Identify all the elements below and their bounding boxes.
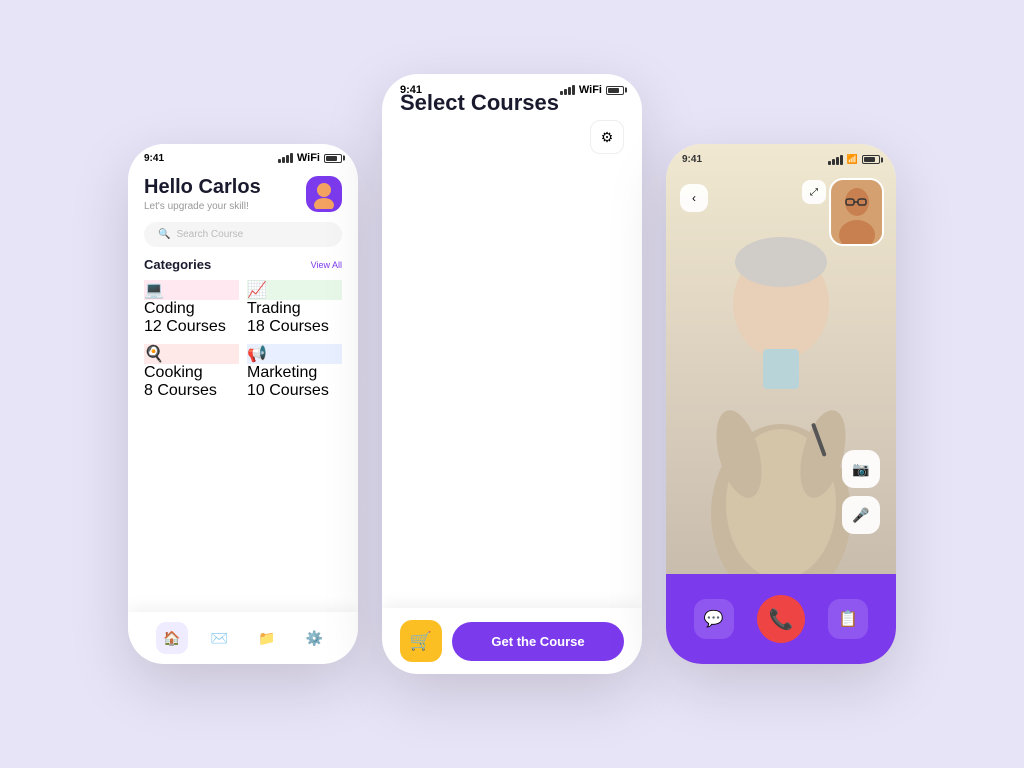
chat-button[interactable]: 💬 <box>694 599 734 639</box>
search-bar[interactable]: 🔍 Search Course <box>144 222 342 247</box>
battery-icon-2 <box>606 86 624 95</box>
marketing-count: 10 Courses <box>247 382 342 400</box>
wifi-icon-1: WiFi <box>297 152 320 164</box>
video-bottom-bar: 💬 📞 📋 <box>666 574 896 664</box>
category-coding[interactable]: 💻 Coding 12 Courses <box>144 280 239 336</box>
signal-icon-2 <box>560 85 575 95</box>
page-title: Select Courses <box>382 82 642 674</box>
expand-button[interactable]: ⤢ <box>802 180 826 204</box>
wifi-icon-2: WiFi <box>579 84 602 96</box>
end-call-button[interactable]: 📞 <box>757 595 805 643</box>
signal-icon-1 <box>278 153 293 163</box>
greeting-subtitle: Let's upgrade your skill! <box>144 201 261 212</box>
notes-icon: 📋 <box>838 609 858 629</box>
mute-mic-button[interactable]: 🎤 <box>842 496 880 534</box>
side-controls: 📷 🎤 <box>842 450 880 534</box>
category-cooking[interactable]: 🍳 Cooking 8 Courses <box>144 344 239 400</box>
coding-label: Coding <box>144 300 239 318</box>
cooking-label: Cooking <box>144 364 239 382</box>
small-video-inset[interactable] <box>829 178 884 246</box>
signal-icon-3 <box>828 155 843 165</box>
category-marketing[interactable]: 📢 Marketing 10 Courses <box>247 344 342 400</box>
phone-courses: 9:41 WiFi Select Courses 12 Courses read… <box>382 74 642 674</box>
categories-title: Categories <box>144 257 211 272</box>
view-all-categories[interactable]: View All <box>311 260 342 270</box>
cart-button[interactable]: 🛒 <box>400 620 442 662</box>
mute-video-icon: 📷 <box>852 461 869 478</box>
marketing-image: 📢 <box>247 344 342 364</box>
trading-count: 18 Courses <box>247 318 342 336</box>
mute-video-button[interactable]: 📷 <box>842 450 880 488</box>
bottom-nav: 🏠 ✉️ 📁 ⚙️ <box>128 612 358 664</box>
expand-icon: ⤢ <box>810 187 818 198</box>
trading-label: Trading <box>247 300 342 318</box>
end-call-icon: 📞 <box>769 607 794 632</box>
status-bar-3: 9:41 📶 <box>666 144 896 171</box>
back-button[interactable]: ‹ <box>680 184 708 212</box>
chat-icon: 💬 <box>704 609 724 629</box>
mute-mic-icon: 🎤 <box>852 507 869 524</box>
status-bar-1: 9:41 WiFi <box>128 144 358 168</box>
search-icon: 🔍 <box>158 229 170 240</box>
avatar[interactable] <box>306 176 342 212</box>
nav-home[interactable]: 🏠 <box>156 622 188 654</box>
category-trading[interactable]: 📈 Trading 18 Courses <box>247 280 342 336</box>
battery-icon-3 <box>862 155 880 164</box>
nav-mail[interactable]: ✉️ <box>203 622 235 654</box>
filter-icon: ⚙ <box>601 129 614 146</box>
time-3: 9:41 <box>682 154 702 165</box>
filter-button[interactable]: ⚙ <box>590 120 624 154</box>
notes-button[interactable]: 📋 <box>828 599 868 639</box>
categories-grid: 💻 Coding 12 Courses 📈 Trading 18 Courses… <box>128 280 358 400</box>
phone-video-call: 9:41 📶 ‹ ⤢ 📷 <box>666 144 896 664</box>
wifi-icon-3: 📶 <box>847 154 858 165</box>
back-icon: ‹ <box>692 191 696 205</box>
greeting-title: Hello Carlos <box>144 176 261 199</box>
time-1: 9:41 <box>144 153 164 164</box>
trading-image: 📈 <box>247 280 342 300</box>
phone-home: 9:41 WiFi Hello Carlos Let's upgrade you… <box>128 144 358 664</box>
cooking-count: 8 Courses <box>144 382 239 400</box>
coding-count: 12 Courses <box>144 318 239 336</box>
nav-folder[interactable]: 📁 <box>251 622 283 654</box>
battery-icon-1 <box>324 154 342 163</box>
header-section: Hello Carlos Let's upgrade your skill! <box>128 168 358 222</box>
coding-image: 💻 <box>144 280 239 300</box>
marketing-label: Marketing <box>247 364 342 382</box>
search-placeholder: Search Course <box>176 229 243 240</box>
greeting: Hello Carlos Let's upgrade your skill! <box>144 176 261 212</box>
get-course-button[interactable]: Get the Course <box>452 622 624 661</box>
nav-settings[interactable]: ⚙️ <box>298 622 330 654</box>
categories-header: Categories View All <box>128 257 358 280</box>
cooking-image: 🍳 <box>144 344 239 364</box>
get-course-bar: 🛒 Get the Course <box>382 608 642 674</box>
